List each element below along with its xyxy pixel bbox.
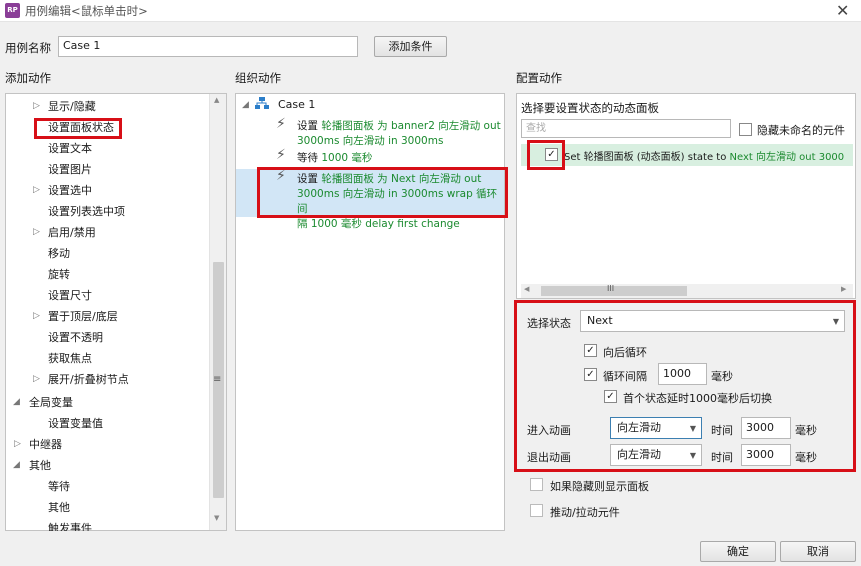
cancel-button[interactable]: 取消	[780, 541, 856, 562]
highlight-set-panel-state	[34, 118, 122, 139]
vertical-scrollbar[interactable]: ▲ ≡ ▼	[209, 94, 226, 530]
case-tree-label[interactable]: Case 1	[278, 98, 315, 111]
expand-closed-icon[interactable]: ▷	[33, 227, 40, 237]
action-item[interactable]: 置于顶层/底层	[48, 308, 118, 324]
action-item[interactable]: 设置尺寸	[48, 287, 92, 303]
action-item[interactable]: 旋转	[48, 266, 70, 282]
action-item[interactable]: 移动	[48, 245, 70, 261]
scroll-right-icon[interactable]: ▶	[841, 285, 846, 293]
window-title: 用例编辑<鼠标单击时>	[25, 4, 148, 18]
highlight-state-config	[514, 300, 856, 472]
add-condition-button[interactable]: 添加条件	[374, 36, 447, 57]
expand-open-icon[interactable]: ◢	[13, 460, 20, 470]
add-action-header: 添加动作	[5, 71, 51, 85]
configure-panel: 选择要设置状态的动态面板 查找 隐藏未命名的元件 ✓ Set 轮播图面板 (动态…	[516, 93, 856, 299]
action-item-wait[interactable]: 等待	[48, 478, 70, 494]
action-item[interactable]: 启用/禁用	[48, 224, 96, 240]
organize-actions-header: 组织动作	[235, 71, 281, 85]
scroll-left-icon[interactable]: ◀	[524, 285, 529, 293]
search-input[interactable]: 查找	[521, 119, 731, 138]
action-item[interactable]: 展开/折叠树节点	[48, 371, 129, 387]
tree-group-other[interactable]: 其他	[29, 457, 51, 473]
push-pull-label: 推动/拉动元件	[550, 506, 620, 519]
action-item-set-variable[interactable]: 设置变量值	[48, 415, 103, 431]
action-item-trigger-event[interactable]: 触发事件	[48, 520, 92, 531]
expand-closed-icon[interactable]: ▷	[33, 185, 40, 195]
tree-group-global-variables[interactable]: 全局变量	[29, 394, 73, 410]
configure-action-header: 配置动作	[516, 71, 562, 85]
panel-select-subheader: 选择要设置状态的动态面板	[521, 101, 659, 115]
expand-closed-icon[interactable]: ▷	[33, 101, 40, 111]
action-item[interactable]: 设置不透明	[48, 329, 103, 345]
scroll-grip-icon: ≡	[213, 374, 222, 385]
action-item[interactable]: 设置文本	[48, 140, 92, 156]
case-name-label: 用例名称	[5, 41, 51, 55]
action-item-other[interactable]: 其他	[48, 499, 70, 515]
expand-closed-icon[interactable]: ▷	[14, 439, 21, 449]
scroll-up-icon[interactable]: ▲	[214, 96, 219, 104]
case-name-input[interactable]: Case 1	[58, 36, 358, 57]
expand-closed-icon[interactable]: ▷	[33, 311, 40, 321]
title-bar: RP 用例编辑<鼠标单击时> ✕	[0, 0, 861, 22]
action-wait[interactable]: 等待 1000 毫秒	[297, 151, 372, 166]
action-item[interactable]: 获取焦点	[48, 350, 92, 366]
expand-open-icon[interactable]: ◢	[13, 397, 20, 407]
expand-closed-icon[interactable]: ▷	[33, 374, 40, 384]
action-item[interactable]: 设置图片	[48, 161, 92, 177]
horizontal-scrollbar[interactable]: ◀ III ▶	[521, 284, 853, 298]
organize-actions-panel: ◢ Case 1 ⚡ 设置 轮播图面板 为 banner2 向左滑动 out 30…	[235, 93, 505, 531]
action-item[interactable]: 显示/隐藏	[48, 98, 96, 114]
action-item[interactable]: 设置列表选中项	[48, 203, 125, 219]
close-icon[interactable]: ✕	[836, 1, 849, 20]
action-set-panel-banner2[interactable]: 设置 轮播图面板 为 banner2 向左滑动 out 3000ms 向左滑动 i…	[297, 119, 501, 149]
action-bolt-icon: ⚡	[276, 147, 286, 163]
hide-unnamed-label: 隐藏未命名的元件	[757, 124, 845, 137]
ok-button[interactable]: 确定	[700, 541, 776, 562]
action-bolt-icon: ⚡	[276, 116, 286, 132]
highlight-panel-checkbox	[527, 140, 565, 170]
hide-unnamed-checkbox[interactable]	[739, 123, 752, 136]
case-tree-icon	[255, 97, 269, 109]
scroll-down-icon[interactable]: ▼	[214, 514, 219, 522]
highlight-selected-action	[257, 167, 508, 218]
tree-group-repeater[interactable]: 中继器	[29, 436, 62, 452]
action-list-panel: ▷ 显示/隐藏 设置面板状态 设置文本 设置图片 ▷ 设置选中 设置列表选中项 ▷ 启用/禁用 移动…	[5, 93, 227, 531]
show-if-hidden-label: 如果隐藏则显示面板	[550, 480, 649, 493]
push-pull-checkbox[interactable]	[530, 504, 543, 517]
axure-app-icon: RP	[5, 3, 20, 18]
action-item[interactable]: 设置选中	[48, 182, 92, 198]
show-if-hidden-checkbox[interactable]	[530, 478, 543, 491]
panel-item-label[interactable]: Set 轮播图面板 (动态面板) state to Next 向左滑动 out …	[564, 148, 852, 163]
hscroll-grip-icon: III	[607, 284, 615, 293]
tree-expand-icon[interactable]: ◢	[242, 100, 249, 110]
